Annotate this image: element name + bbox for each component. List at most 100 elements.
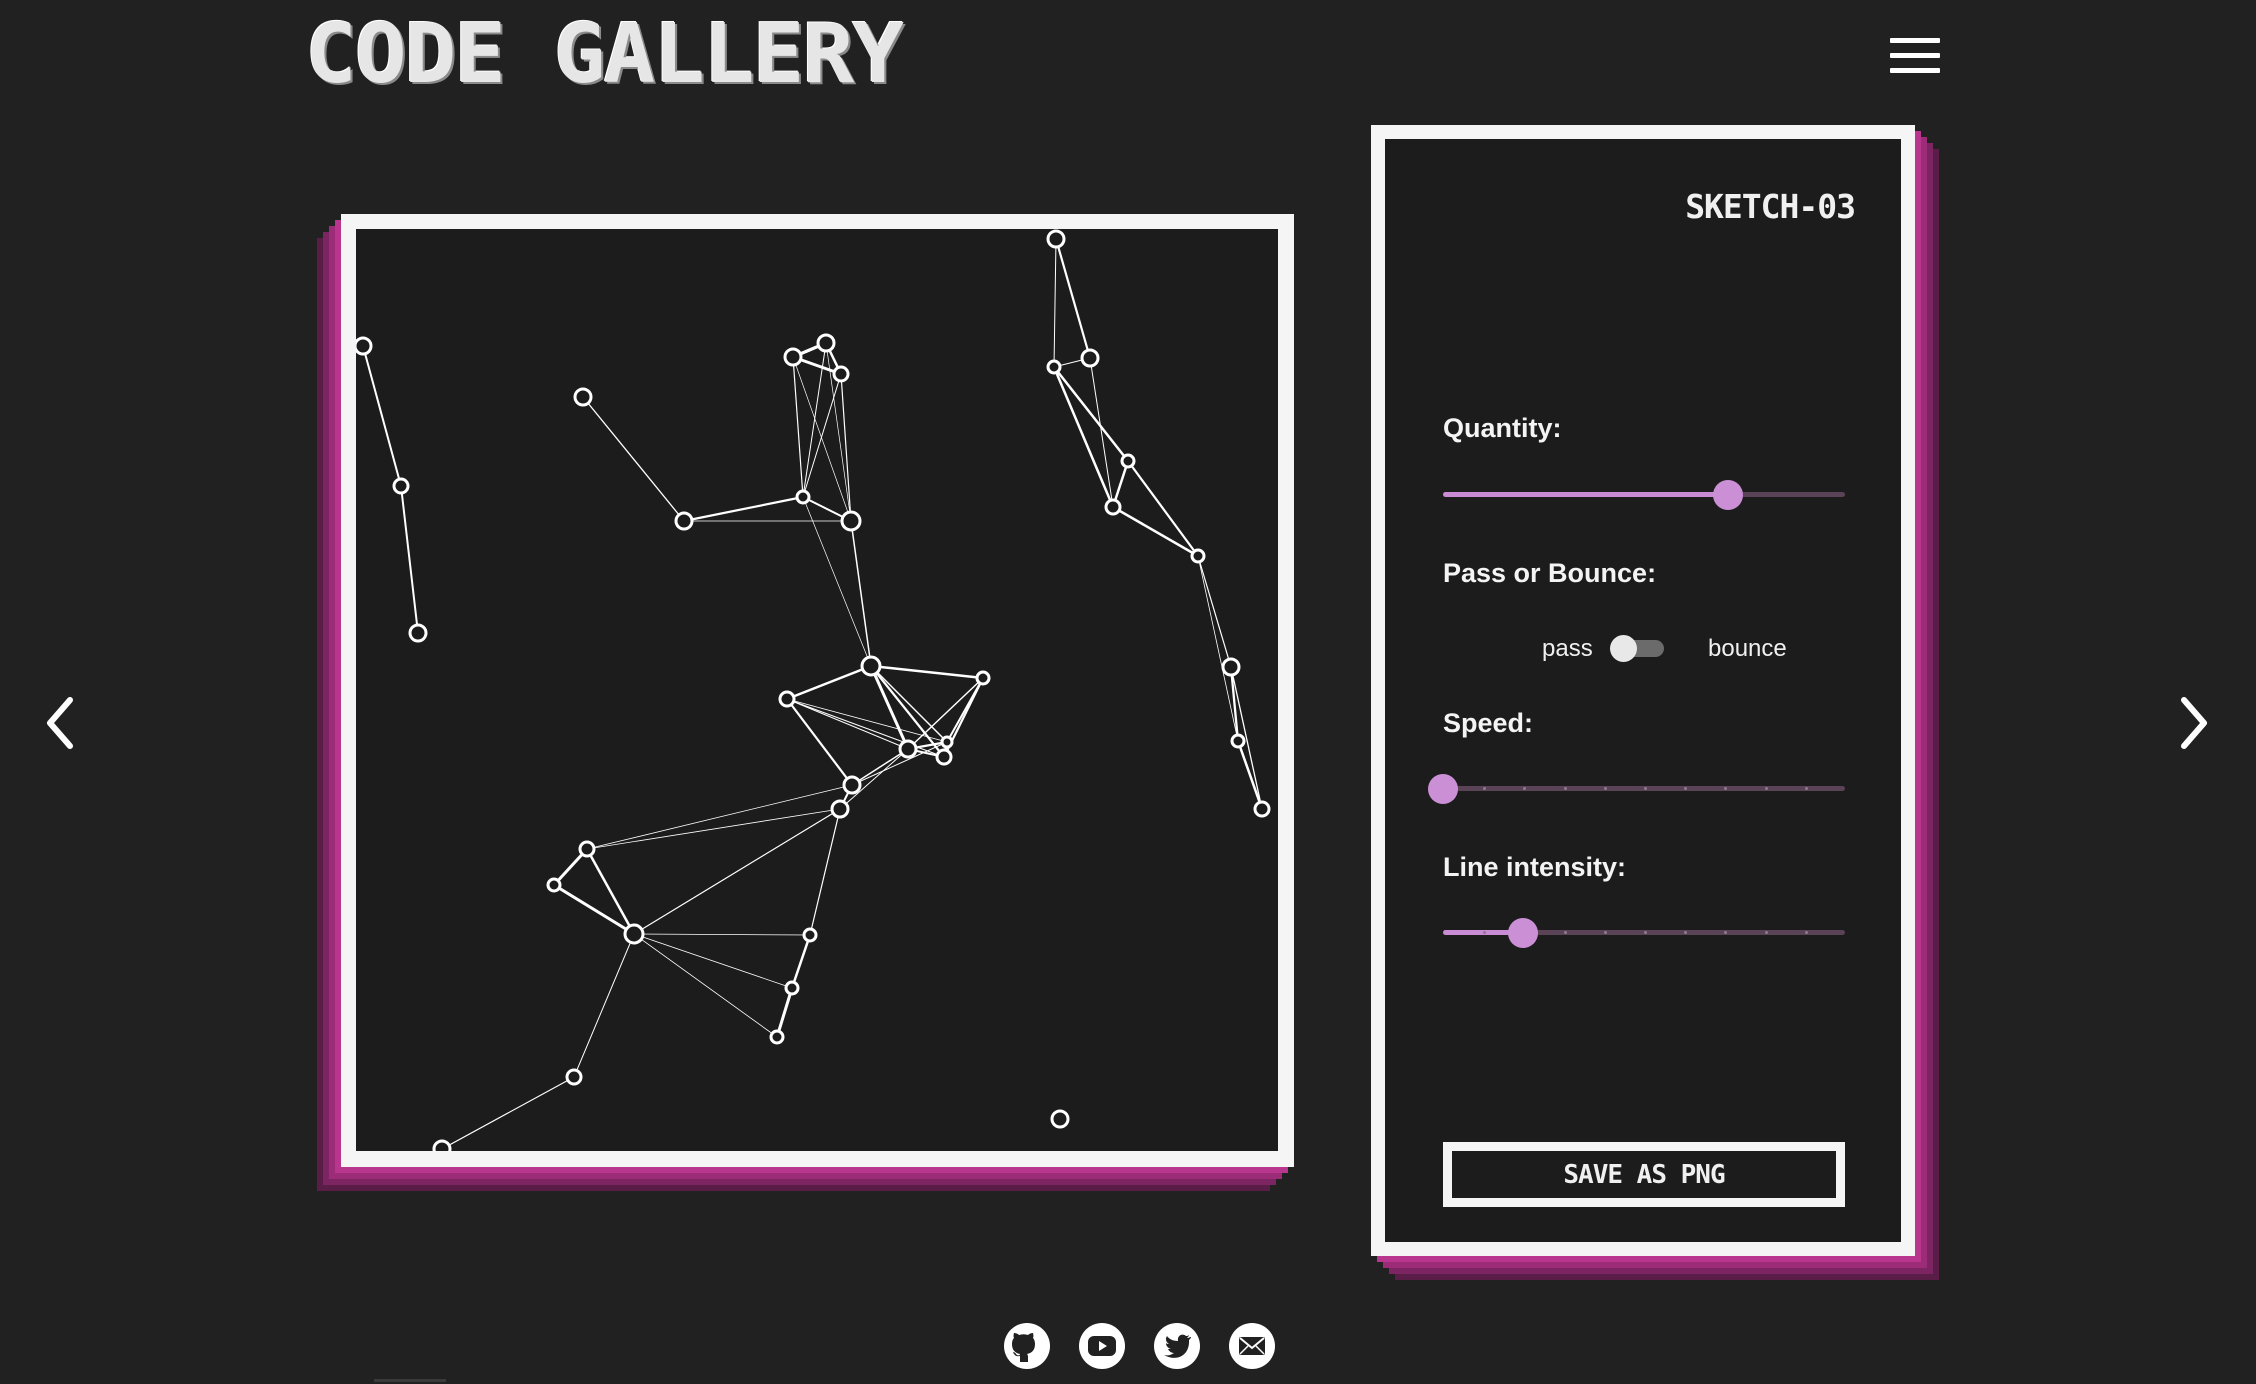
network-node [1120, 453, 1136, 469]
network-edge [633, 808, 841, 935]
network-edge [802, 373, 842, 498]
network-node [816, 333, 836, 353]
pass-bounce-switch[interactable] [1610, 635, 1666, 662]
network-node [356, 336, 373, 356]
control-panel-body: SKETCH-03 Quantity: Pass or Bounce: pass… [1385, 139, 1901, 1242]
pass-or-bounce-label: Pass or Bounce: [1443, 558, 1657, 588]
network-edge [633, 933, 793, 989]
network-node [784, 980, 800, 996]
network-edge [786, 698, 948, 743]
network-edge [775, 986, 794, 1039]
sketch-canvas-frame [341, 214, 1294, 1167]
network-node [565, 1068, 583, 1086]
bounce-option-label: bounce [1708, 635, 1787, 662]
network-node [783, 347, 803, 367]
network-edge [633, 933, 811, 936]
github-icon [1004, 1323, 1050, 1369]
network-node [830, 799, 850, 819]
network-edge [586, 784, 853, 850]
network-edge [633, 933, 778, 1038]
network-node [1190, 548, 1206, 564]
network-node [1230, 733, 1246, 749]
network-node [546, 877, 562, 893]
network-node [802, 927, 818, 943]
network-edge [840, 373, 852, 522]
network-edge [790, 933, 812, 990]
network-edge [792, 356, 804, 498]
line-intensity-slider-thumb[interactable] [1508, 918, 1539, 948]
network-node [674, 511, 694, 531]
network-node [795, 489, 811, 505]
switch-knob[interactable] [1610, 635, 1637, 662]
speed-slider-thumb[interactable] [1428, 774, 1458, 804]
network-node [573, 387, 593, 407]
network-node [392, 477, 410, 495]
network-edge [586, 808, 841, 850]
network-node [578, 840, 596, 858]
network-edge [582, 396, 685, 522]
chevron-left-icon [47, 697, 73, 749]
network-edge [870, 665, 948, 743]
save-as-png-label: SAVE AS PNG [1452, 1151, 1836, 1198]
quantity-label: Quantity: [1443, 413, 1562, 443]
network-edge [441, 1076, 575, 1150]
quantity-slider-thumb[interactable] [1713, 480, 1744, 510]
network-edge [946, 677, 984, 743]
scroll-indicator [374, 1379, 446, 1382]
youtube-link[interactable] [1078, 1322, 1126, 1370]
network-node [1050, 1109, 1070, 1129]
network-node [623, 923, 645, 945]
network-edge [869, 664, 985, 680]
network-node [1046, 359, 1062, 375]
network-edge [400, 485, 419, 634]
network-edge [1126, 459, 1200, 558]
network-edge [809, 808, 841, 936]
network-edge [1197, 555, 1239, 742]
network-node [408, 623, 428, 643]
pass-option-label: pass [1542, 635, 1593, 662]
save-as-png-button[interactable]: SAVE AS PNG [1443, 1142, 1845, 1207]
twitter-link[interactable] [1153, 1322, 1201, 1370]
network-node [860, 655, 882, 677]
network-edge [850, 520, 872, 667]
network-node [1221, 657, 1241, 677]
network-node [1104, 498, 1122, 516]
quantity-slider[interactable] [1443, 480, 1845, 510]
network-edge [1197, 555, 1232, 668]
network-node [778, 690, 796, 708]
network-node [842, 775, 862, 795]
speed-label: Speed: [1443, 708, 1534, 738]
network-node [769, 1029, 785, 1045]
speed-slider[interactable] [1428, 774, 1845, 804]
chevron-right-icon [2181, 697, 2207, 749]
hamburger-menu-icon[interactable] [1890, 36, 1940, 76]
network-node [935, 748, 953, 766]
control-panel: SKETCH-03 Quantity: Pass or Bounce: pass… [1371, 125, 1915, 1256]
site-logo[interactable]: CODE GALLERY [305, 14, 904, 96]
network-edge [573, 933, 635, 1078]
line-intensity-slider[interactable] [1443, 918, 1845, 948]
network-node [940, 735, 954, 749]
network-node [975, 670, 991, 686]
network-node [432, 1139, 452, 1151]
email-link[interactable] [1228, 1322, 1276, 1370]
network-edge [1111, 505, 1200, 558]
github-link[interactable] [1003, 1322, 1051, 1370]
previous-sketch-button[interactable] [36, 688, 86, 758]
network-node [1046, 229, 1066, 249]
youtube-icon [1079, 1323, 1125, 1369]
sketch-canvas[interactable] [356, 229, 1278, 1151]
network-node [1253, 800, 1271, 818]
line-intensity-label: Line intensity: [1443, 852, 1627, 882]
sketch-title: SKETCH-03 [1685, 187, 1856, 226]
network-edge [1052, 365, 1130, 463]
network-edge [362, 345, 402, 487]
network-edge [1229, 665, 1240, 743]
network-edge [1089, 357, 1114, 508]
network-node [832, 365, 850, 383]
next-sketch-button[interactable] [2168, 688, 2218, 758]
network-node [898, 739, 918, 759]
mail-icon [1229, 1323, 1275, 1369]
pass-bounce-toggle-row: pass bounce [1385, 629, 1901, 669]
network-edge [785, 664, 873, 701]
